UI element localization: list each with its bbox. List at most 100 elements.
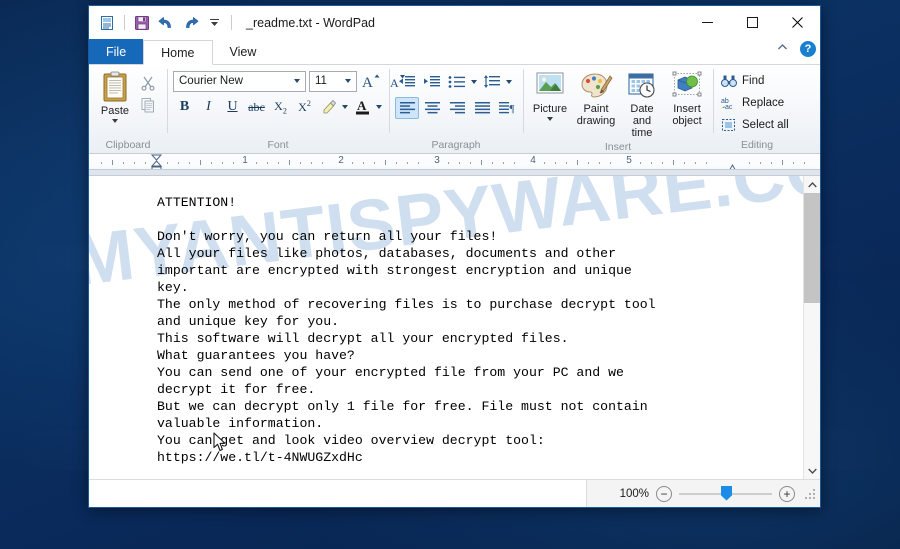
tab-file[interactable]: File <box>89 39 144 64</box>
font-size-combo[interactable]: 11 <box>309 70 357 92</box>
select-all-button[interactable]: Select all <box>717 114 793 136</box>
align-right-button[interactable] <box>445 97 469 119</box>
grow-font-icon: A <box>362 74 380 90</box>
customize-qat-icon[interactable] <box>203 12 225 34</box>
scroll-up-arrow-icon[interactable] <box>804 176 820 193</box>
ribbon-group-clipboard: Paste Clipboard <box>89 65 167 153</box>
ribbon-group-font: Courier New 11 A A B I U abc X2 X2 A Fon… <box>167 65 405 153</box>
window-controls <box>685 6 820 38</box>
zoom-slider-handle[interactable] <box>721 485 732 501</box>
ribbon-tab-strip: File Home View ? <box>89 39 820 65</box>
title-bar: _readme.txt - WordPad <box>89 6 820 39</box>
replace-icon: ab ac <box>721 98 733 110</box>
grow-font-button[interactable]: A <box>360 70 383 92</box>
paste-chevron-down-icon[interactable] <box>112 119 118 123</box>
bold-button[interactable]: B <box>173 96 196 118</box>
replace-button[interactable]: ab ac Replace <box>717 92 788 114</box>
zoom-slider[interactable] <box>679 485 772 502</box>
ribbon-group-label-editing: Editing <box>740 139 774 151</box>
close-button[interactable] <box>775 6 820 38</box>
scroll-down-arrow-icon[interactable] <box>804 462 820 479</box>
align-left-button[interactable] <box>395 97 419 119</box>
redo-icon[interactable] <box>179 12 201 34</box>
document-page[interactable]: MYANTISPYWARE.COM ATTENTION! Don't worry… <box>89 176 803 479</box>
font-color-chevron-down-icon[interactable] <box>376 105 382 109</box>
copy-button[interactable] <box>137 94 159 116</box>
picture-chevron-down-icon[interactable] <box>547 117 553 121</box>
italic-button[interactable]: I <box>197 96 220 118</box>
mouse-cursor-icon <box>213 432 227 457</box>
collapse-ribbon-icon[interactable] <box>772 41 793 57</box>
svg-text:ac: ac <box>725 104 733 110</box>
ribbon: Paste Clipboard Courier New 11 A A B I U… <box>89 64 820 154</box>
maximize-button[interactable] <box>730 6 775 38</box>
font-color-icon: A <box>355 98 369 115</box>
align-center-button[interactable] <box>420 97 444 119</box>
line-spacing-button[interactable] <box>480 71 504 93</box>
decrease-indent-icon <box>399 76 415 87</box>
zoom-out-button[interactable]: − <box>656 485 672 502</box>
justify-button[interactable] <box>470 97 494 119</box>
highlight-chevron-down-icon[interactable] <box>342 105 348 109</box>
date-and-time-label-2: time <box>631 127 653 139</box>
document-area: MYANTISPYWARE.COM ATTENTION! Don't worry… <box>89 176 820 479</box>
svg-text:A: A <box>357 98 367 113</box>
zoom-in-button[interactable]: + <box>779 485 795 502</box>
underline-button[interactable]: U <box>221 96 244 118</box>
select-all-icon <box>722 119 735 131</box>
ruler-number-1: 1 <box>242 155 248 166</box>
paragraph-mark-icon: ¶ <box>499 102 515 115</box>
tab-view[interactable]: View <box>213 39 274 64</box>
insert-object-label-2: object <box>672 115 702 127</box>
status-bar-left-area <box>89 480 587 507</box>
insert-picture-button[interactable]: Picture <box>527 68 573 121</box>
find-button[interactable]: Find <box>717 70 768 92</box>
bullets-chevron-down-icon[interactable] <box>471 80 477 84</box>
chevron-down-icon[interactable] <box>345 79 351 83</box>
decrease-indent-button[interactable] <box>395 71 419 93</box>
insert-object-icon <box>672 71 702 97</box>
ribbon-group-label-clipboard: Clipboard <box>105 139 151 151</box>
undo-icon[interactable] <box>155 12 177 34</box>
font-color-button[interactable]: A <box>351 96 374 118</box>
paint-drawing-button[interactable]: Paint drawing <box>573 68 619 127</box>
ribbon-group-paragraph: ¶ Paragraph <box>389 65 523 153</box>
font-family-combo[interactable]: Courier New <box>173 70 306 92</box>
tab-home[interactable]: Home <box>143 40 213 65</box>
help-icon[interactable]: ? <box>800 41 816 57</box>
chevron-down-icon[interactable] <box>294 79 300 83</box>
text-highlight-button[interactable] <box>317 96 340 118</box>
superscript-button[interactable]: X2 <box>293 96 316 118</box>
bullet-list-icon <box>448 76 465 88</box>
wordpad-doc-icon[interactable] <box>96 12 118 34</box>
save-icon[interactable] <box>131 12 153 34</box>
ruler-ticks: 1 2 3 4 5 <box>89 154 820 174</box>
vertical-scrollbar[interactable] <box>803 176 820 479</box>
ruler-number-2: 2 <box>338 155 344 166</box>
paste-button[interactable]: Paste <box>93 68 137 123</box>
minimize-button[interactable] <box>685 6 730 38</box>
ruler-lower-band <box>89 169 820 175</box>
subscript-button[interactable]: X2 <box>269 96 292 118</box>
document-text[interactable]: ATTENTION! Don't worry, you can return a… <box>89 194 803 466</box>
paragraph-settings-button[interactable]: ¶ <box>495 97 519 119</box>
scrollbar-thumb[interactable] <box>804 193 820 304</box>
ribbon-group-label-paragraph: Paragraph <box>431 139 481 151</box>
increase-indent-button[interactable] <box>420 71 444 93</box>
resize-grip-icon[interactable] <box>804 487 816 500</box>
date-and-time-button[interactable]: Date and time <box>619 68 665 139</box>
strikethrough-button[interactable]: abc <box>245 96 268 118</box>
date-and-time-label-1: Date and <box>630 103 654 127</box>
bullets-button[interactable] <box>445 71 469 93</box>
cut-button[interactable] <box>137 72 159 94</box>
find-label: Find <box>742 75 765 87</box>
line-spacing-chevron-down-icon[interactable] <box>506 80 512 84</box>
ruler[interactable]: 1 2 3 4 5 <box>89 154 820 176</box>
qat-separator-1 <box>124 15 125 30</box>
binoculars-icon <box>721 75 737 87</box>
wordpad-window: _readme.txt - WordPad File Home View ? P… <box>88 5 821 508</box>
status-bar: 100% − + <box>89 479 820 507</box>
scrollbar-track[interactable] <box>804 193 820 462</box>
insert-object-button[interactable]: Insert object <box>665 68 709 127</box>
select-all-label: Select all <box>742 119 789 131</box>
